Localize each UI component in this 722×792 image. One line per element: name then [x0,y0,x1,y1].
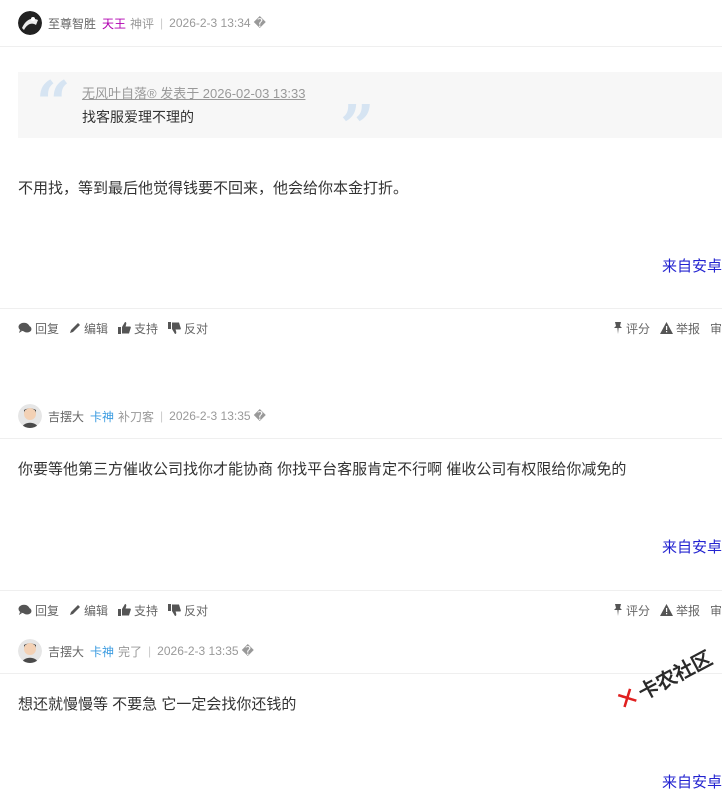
support-label: 支持 [134,321,159,336]
thumbs-up-icon [118,322,131,334]
support-button[interactable]: 支持 [118,602,158,619]
thumbs-up-icon [118,604,131,616]
oppose-button[interactable]: 反对 [168,320,208,337]
review-button[interactable]: 审 [710,602,722,619]
user-badge: 天王 [102,16,127,31]
pin-icon [613,604,622,616]
report-button[interactable]: 举报 [659,320,700,337]
divider: | [148,644,152,658]
review-label: 审 [709,603,722,618]
post-actions: 回复 编辑 支持 反对 评分 举报 审 [0,590,722,629]
reply-label: 回复 [35,321,60,336]
unknown-glyph: � [253,409,266,423]
quote-text: 找客服爱理不理的 [82,109,194,125]
post-1: 至尊智胜 天王 神评 | 2026-2-3 13:34 � “ 无风叶自落® 发… [0,0,722,336]
post-header: 吉摆大 卡神 补刀客 | 2026-2-3 13:35 � [0,394,722,439]
reply-label: 回复 [35,603,60,618]
user-badge: 卡神 [90,644,115,659]
close-quote-icon: ” [340,93,375,163]
post-message: 想还就慢慢等 不要急 它一定会找你还钱的 [18,696,297,713]
warning-icon [659,322,673,334]
avatar[interactable] [18,404,42,428]
divider: | [160,409,164,423]
oppose-label: 反对 [184,321,209,336]
pencil-icon [70,605,81,615]
post-message: 你要等他第三方催收公司找你才能协商 你找平台客服肯定不行啊 催收公司有权限给你减… [18,461,627,478]
user-badge: 卡神 [90,409,115,424]
open-quote-icon: “ [36,69,71,139]
post-source[interactable]: 来自安卓 [662,536,722,557]
avatar[interactable] [18,639,42,663]
post-message: 不用找，等到最后他觉得钱要不回来，他会给你本金打折。 [18,180,409,197]
warning-icon [659,604,673,616]
oppose-label: 反对 [184,603,209,618]
edit-label: 编辑 [84,321,109,336]
reply-button[interactable]: 回复 [18,602,59,619]
post-source[interactable]: 来自安卓 [662,255,722,276]
rate-label: 评分 [625,603,650,618]
pencil-icon [70,323,81,333]
thumbs-down-icon [168,322,181,334]
edit-label: 编辑 [84,603,109,618]
quote-source-link[interactable]: 无风叶自落® 发表于 2026-02-03 13:33 [82,83,305,102]
author-name[interactable]: 吉摆大 [48,643,84,660]
reply-icon [18,322,32,333]
post-time: 2026-2-3 13:35 [169,409,251,423]
report-label: 举报 [675,321,700,336]
author-name[interactable]: 至尊智胜 [48,15,96,32]
author-name[interactable]: 吉摆大 [48,408,84,425]
post-header: 吉摆大 卡神 完了 | 2026-2-3 13:35 � [0,629,722,674]
support-button[interactable]: 支持 [118,320,158,337]
user-title: 补刀客 [118,409,155,424]
avatar[interactable] [18,11,42,35]
post-actions: 回复 编辑 支持 反对 评分 举报 审 [0,308,722,347]
report-button[interactable]: 举报 [659,602,700,619]
post-header: 至尊智胜 天王 神评 | 2026-2-3 13:34 � [0,0,722,47]
user-title: 完了 [118,644,143,659]
post-source[interactable]: 来自安卓 [662,771,722,792]
oppose-button[interactable]: 反对 [168,602,208,619]
unknown-glyph: � [241,644,254,658]
support-label: 支持 [134,603,159,618]
post-time: 2026-2-3 13:35 [157,644,239,658]
user-title: 神评 [130,16,155,31]
rate-button[interactable]: 评分 [613,320,650,337]
reply-icon [18,604,32,615]
rate-label: 评分 [625,321,650,336]
quote-block: “ 无风叶自落® 发表于 2026-02-03 13:33 找客服爱理不理的 ” [18,69,722,158]
unknown-glyph: � [253,16,266,30]
edit-button[interactable]: 编辑 [69,602,108,619]
review-label: 审 [709,321,722,336]
post-time: 2026-2-3 13:34 [169,16,251,30]
divider: | [160,16,164,30]
thumbs-down-icon [168,604,181,616]
rate-button[interactable]: 评分 [613,602,650,619]
review-button[interactable]: 审 [710,320,722,337]
reply-button[interactable]: 回复 [18,320,59,337]
pin-icon [613,322,622,334]
edit-button[interactable]: 编辑 [69,320,108,337]
report-label: 举报 [675,603,700,618]
